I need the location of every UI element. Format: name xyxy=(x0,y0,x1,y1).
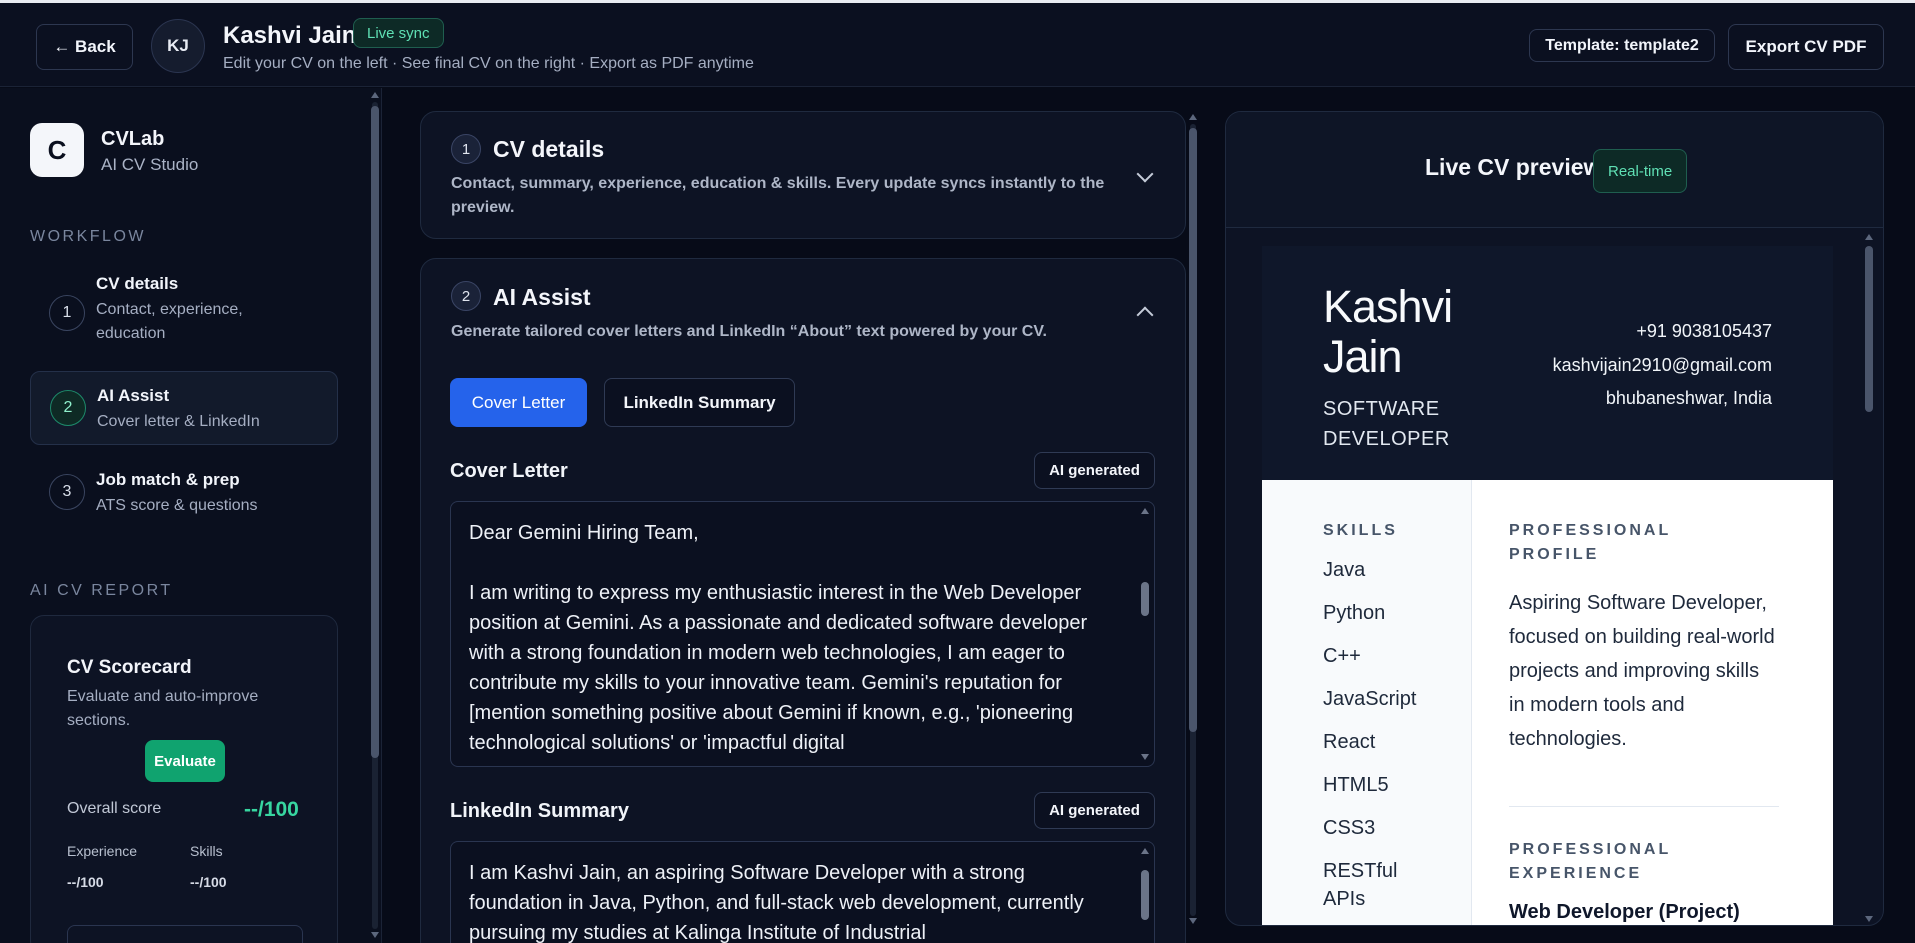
experience-score-label: Experience xyxy=(67,843,138,859)
sidebar-item-title: CV details xyxy=(96,274,179,293)
real-time-badge: Real-time xyxy=(1593,149,1688,193)
avatar: KJ xyxy=(151,19,205,73)
back-button[interactable]: ← Back xyxy=(36,24,133,70)
evaluate-button[interactable]: Evaluate xyxy=(145,740,225,782)
cv-skill-item: Java xyxy=(1323,559,1366,581)
cv-details-title: CV details xyxy=(493,136,605,162)
user-name: Kashvi Jain xyxy=(223,22,357,49)
cv-details-desc: Contact, summary, experience, education … xyxy=(451,175,1105,216)
sidebar-item-ai-assist[interactable]: 2 AI Assist Cover letter & LinkedIn xyxy=(30,371,338,445)
scrollbar-thumb[interactable] xyxy=(371,106,379,758)
header-subtitle: Edit your CV on the left · See final CV … xyxy=(223,55,754,72)
preview-scrollbar[interactable] xyxy=(1863,234,1875,924)
sidebar-item-title: AI Assist xyxy=(97,386,170,405)
template-selector-button[interactable]: Template: template2 xyxy=(1529,29,1715,62)
cv-profile-text: Aspiring Software Developer, focused on … xyxy=(1509,592,1775,750)
cv-phone: +91 9038105437 xyxy=(1636,321,1772,341)
ai-report-section-label: AI CV REPORT xyxy=(30,582,173,599)
tab-linkedin-summary[interactable]: LinkedIn Summary xyxy=(604,378,795,427)
ai-assist-desc: Generate tailored cover letters and Link… xyxy=(451,323,1047,340)
linkedin-summary-text: I am Kashvi Jain, an aspiring Software D… xyxy=(469,862,1090,943)
cv-details-panel[interactable]: 1 CV details Contact, summary, experienc… xyxy=(420,111,1186,239)
overall-score-value: --/100 xyxy=(244,798,299,821)
scroll-down-arrow-icon[interactable] xyxy=(371,932,379,938)
cv-skill-item: HTML5 xyxy=(1323,774,1389,796)
step-number: 2 xyxy=(50,390,86,426)
sidebar-item-cv-details[interactable]: 1 CV details Contact, experience, educat… xyxy=(30,269,338,359)
cv-document: Kashvi Jain SOFTWARE DEVELOPER +91 90381… xyxy=(1262,246,1833,925)
top-header: ← Back KJ Kashvi Jain Live sync Edit you… xyxy=(0,3,1915,87)
brand-subtitle: AI CV Studio xyxy=(101,155,199,174)
cover-letter-label: Cover Letter xyxy=(450,460,568,482)
cv-skill-item: RESTful APIs xyxy=(1323,860,1398,910)
preview-title: Live CV preview xyxy=(1425,154,1602,180)
scorecard-desc: Evaluate and auto-improve sections. xyxy=(67,688,259,729)
scrollbar-thumb[interactable] xyxy=(1189,128,1197,732)
step-number: 3 xyxy=(49,474,85,510)
cv-scorecard: CV Scorecard Evaluate and auto-improve s… xyxy=(30,615,338,943)
scroll-up-arrow-icon[interactable] xyxy=(1865,234,1873,240)
scrollbar-thumb[interactable] xyxy=(1141,870,1149,920)
skills-score-value: --/100 xyxy=(190,874,227,890)
scorecard-title: CV Scorecard xyxy=(67,657,192,678)
skills-score-label: Skills xyxy=(190,843,223,859)
cv-skill-item: React xyxy=(1323,731,1376,753)
cv-skill-item: Python xyxy=(1323,602,1386,624)
cv-skill-item: C++ xyxy=(1323,645,1361,667)
cv-skill-item: JavaScript xyxy=(1323,688,1417,710)
ai-assist-title: AI Assist xyxy=(493,284,591,310)
cv-job-title: Web Developer (Project) xyxy=(1509,901,1740,923)
step-number: 2 xyxy=(451,281,481,311)
chevron-down-icon[interactable] xyxy=(1136,165,1154,183)
sidebar-item-job-match[interactable]: 3 Job match & prep ATS score & questions xyxy=(30,456,338,530)
scroll-up-arrow-icon[interactable] xyxy=(1189,114,1197,120)
brand-name: CVLab xyxy=(101,128,165,150)
tab-cover-letter[interactable]: Cover Letter xyxy=(450,378,587,427)
scroll-down-arrow-icon[interactable] xyxy=(1141,754,1149,760)
linkedin-summary-textarea[interactable]: I am Kashvi Jain, an aspiring Software D… xyxy=(450,841,1155,943)
experience-score-value: --/100 xyxy=(67,874,104,890)
sidebar: C CVLab AI CV Studio WORKFLOW 1 CV detai… xyxy=(0,88,382,943)
live-sync-badge: Live sync xyxy=(353,18,444,48)
scrollbar-thumb[interactable] xyxy=(1865,246,1873,412)
linkedin-ai-badge: AI generated xyxy=(1034,792,1155,829)
cv-divider xyxy=(1509,806,1779,807)
scroll-down-arrow-icon[interactable] xyxy=(1189,918,1197,924)
app-logo: C xyxy=(30,123,84,177)
cv-profile-label: PROFESSIONAL PROFILE xyxy=(1509,522,1671,563)
scrollbar-thumb[interactable] xyxy=(1141,582,1149,616)
scroll-up-arrow-icon[interactable] xyxy=(371,92,379,98)
cv-name: Kashvi Jain xyxy=(1323,281,1453,382)
sidebar-scrollbar[interactable] xyxy=(369,92,381,939)
cv-location: bhubaneshwar, India xyxy=(1605,388,1772,408)
cv-experience-label: PROFESSIONAL EXPERIENCE xyxy=(1509,841,1671,882)
scroll-up-arrow-icon[interactable] xyxy=(1141,508,1149,514)
overall-score-label: Overall score xyxy=(67,800,162,817)
scroll-up-arrow-icon[interactable] xyxy=(1141,848,1149,854)
workflow-section-label: WORKFLOW xyxy=(30,228,146,245)
step-number: 1 xyxy=(451,134,481,164)
sidebar-item-desc: Cover letter & LinkedIn xyxy=(97,413,260,430)
scroll-down-arrow-icon[interactable] xyxy=(1865,916,1873,922)
preview-header: Live CV preview Real-time xyxy=(1226,112,1883,228)
step-number: 1 xyxy=(49,295,85,331)
cover-letter-textarea[interactable]: Dear Gemini Hiring Team, I am writing to… xyxy=(450,501,1155,767)
cv-email: kashvijain2910@gmail.com xyxy=(1552,355,1772,375)
editor-scrollbar[interactable] xyxy=(1187,114,1199,926)
live-preview-panel: Live CV preview Real-time Kashvi Jain SO… xyxy=(1225,111,1884,926)
cv-header-band: Kashvi Jain SOFTWARE DEVELOPER +91 90381… xyxy=(1262,246,1833,480)
linkedin-summary-label: LinkedIn Summary xyxy=(450,800,629,822)
cv-skill-item: CSS3 xyxy=(1323,817,1376,839)
textarea-scrollbar[interactable] xyxy=(1139,848,1151,938)
sidebar-item-desc: ATS score & questions xyxy=(96,497,258,514)
sidebar-item-title: Job match & prep xyxy=(96,470,240,489)
scorecard-action-button[interactable] xyxy=(67,925,303,943)
export-pdf-button[interactable]: Export CV PDF xyxy=(1728,24,1884,70)
textarea-scrollbar[interactable] xyxy=(1139,508,1151,762)
cover-letter-ai-badge: AI generated xyxy=(1034,452,1155,489)
cv-skills-label: SKILLS xyxy=(1323,522,1398,539)
sidebar-item-desc: Contact, experience, education xyxy=(96,301,243,342)
cover-letter-text: Dear Gemini Hiring Team, I am writing to… xyxy=(469,522,1088,754)
cv-role: SOFTWARE DEVELOPER xyxy=(1323,398,1450,450)
